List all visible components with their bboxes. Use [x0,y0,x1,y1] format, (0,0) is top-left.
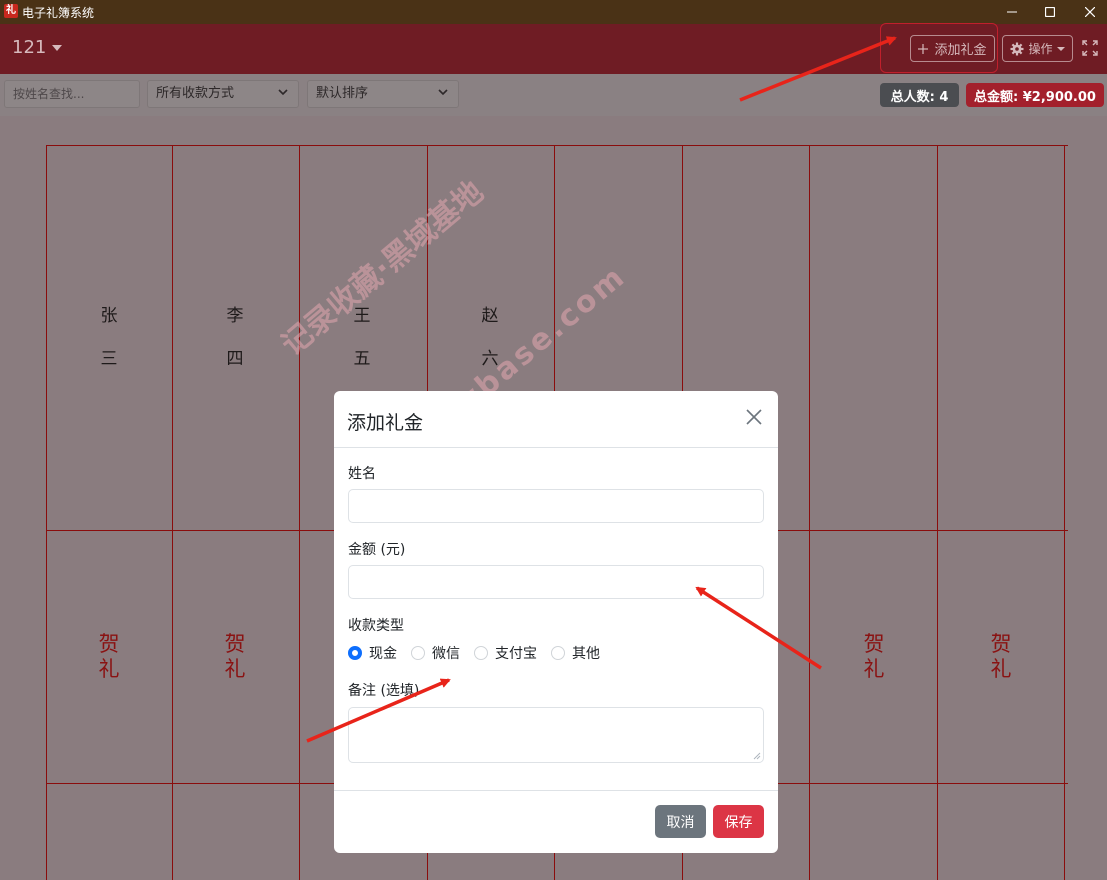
resize-handle-icon[interactable] [753,752,761,760]
dialog-title: 添加礼金 [347,412,424,434]
close-icon [1085,7,1095,17]
annotation-highlight-box [880,23,998,73]
ledger-name-cell: 李四 [226,306,244,369]
close-button[interactable] [1070,0,1107,24]
add-gift-dialog: 添加礼金 姓名 金额 (元) 收款类型 现金 微信 支付宝 其他 备注 (选填)… [334,391,778,853]
amount-input[interactable] [348,565,764,599]
ledger-gift-cell: 贺礼 [990,632,1012,681]
chevron-down-icon [278,89,288,96]
amount-label: 金额 (元) [348,542,406,558]
total-amount-badge: 总金额: ¥2,900.00 [966,83,1104,107]
operations-label: 操作 [1028,42,1053,56]
radio-alipay[interactable] [474,646,488,660]
minimize-button[interactable] [992,0,1032,24]
payment-type-label: 收款类型 [348,618,404,634]
fullscreen-button[interactable] [1082,40,1098,60]
note-label: 备注 (选填) [348,683,420,699]
fullscreen-icon [1082,40,1098,56]
maximize-icon [1045,7,1055,17]
radio-cash[interactable] [348,646,362,660]
note-textarea[interactable] [348,707,764,763]
window-title: 电子礼簿系统 [22,6,95,20]
name-label: 姓名 [348,466,376,482]
chevron-down-icon [438,89,448,96]
ledger-gift-cell: 贺礼 [863,632,885,681]
chevron-down-icon [1056,46,1065,51]
dialog-footer-divider [334,790,778,791]
search-input[interactable]: 按姓名查找... [4,80,140,108]
cancel-button[interactable]: 取消 [655,805,706,838]
dialog-close-button[interactable] [746,409,762,429]
radio-alipay-label[interactable]: 支付宝 [495,643,537,663]
name-input[interactable] [348,489,764,523]
maximize-button[interactable] [1030,0,1070,24]
radio-other[interactable] [551,646,565,660]
radio-wechat-label[interactable]: 微信 [432,643,460,663]
payment-type-group: 现金 微信 支付宝 其他 [348,643,614,663]
ledger-name-cell: 张三 [100,306,118,369]
dialog-header: 添加礼金 [334,391,778,448]
save-button[interactable]: 保存 [713,805,764,838]
payment-filter-value: 所有收款方式 [156,86,235,101]
ledger-name-cell: 赵六 [481,306,499,369]
ledger-gift-cell: 贺礼 [98,632,120,681]
gear-icon [1010,42,1024,55]
operations-button[interactable]: 操作 [1002,35,1073,62]
ledger-gift-cell: 贺礼 [224,632,246,681]
chevron-down-icon [52,44,63,51]
minimize-icon [1007,11,1017,13]
total-people-badge: 总人数: 4 [880,83,959,107]
close-icon [746,409,762,425]
app-icon: 礼 [4,4,18,18]
ledger-name-cell: 王五 [353,306,371,369]
radio-cash-label[interactable]: 现金 [369,643,397,663]
sort-value: 默认排序 [316,86,369,101]
book-selector[interactable]: 121 [12,37,63,58]
payment-filter-select[interactable]: 所有收款方式 [147,80,299,108]
book-title: 121 [12,37,47,58]
title-bar: 礼 电子礼簿系统 [0,0,1107,24]
radio-wechat[interactable] [411,646,425,660]
radio-other-label[interactable]: 其他 [572,643,600,663]
sort-select[interactable]: 默认排序 [307,80,459,108]
